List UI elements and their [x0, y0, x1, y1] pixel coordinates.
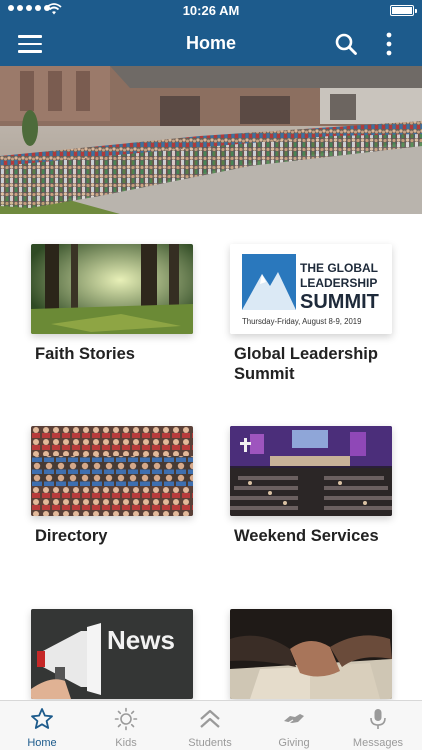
- tile-weekend-services[interactable]: Weekend Services: [230, 426, 392, 546]
- tile-prayer[interactable]: [230, 609, 392, 709]
- handshake-icon: [284, 714, 304, 724]
- summit-dates: Thursday-Friday, August 8-9, 2019: [242, 317, 361, 326]
- sun-icon: [114, 707, 138, 731]
- tile-label: Weekend Services: [234, 527, 379, 545]
- hero-image: [0, 66, 422, 214]
- top-bar: 10:26 AM Home: [0, 0, 422, 66]
- news-text: News: [107, 625, 175, 655]
- tab-label: Home: [27, 737, 57, 749]
- tab-kids[interactable]: Kids: [84, 701, 168, 750]
- faith-stories-image: [31, 244, 193, 334]
- nav-bar: Home: [0, 22, 422, 66]
- tile-faith-stories[interactable]: Faith Stories: [31, 244, 193, 364]
- tile-news[interactable]: News: [31, 609, 193, 709]
- more-options-icon[interactable]: [382, 31, 396, 57]
- tile-label: Global Leadership Summit: [234, 345, 378, 383]
- tab-bar: Home Kids Students Giving Messages: [0, 700, 422, 750]
- status-time: 10:26 AM: [182, 3, 240, 18]
- summit-line3: SUMMIT: [300, 291, 379, 313]
- chevrons-up-icon: [200, 709, 220, 728]
- directory-image: [31, 426, 193, 516]
- tab-giving[interactable]: Giving: [252, 701, 336, 750]
- summit-line2: LEADERSHIP: [300, 276, 377, 290]
- tile-label: Directory: [35, 527, 108, 545]
- status-bar: 10:26 AM: [0, 0, 422, 22]
- prayer-image: [230, 609, 392, 699]
- battery-icon: [390, 5, 417, 16]
- search-icon[interactable]: [334, 32, 358, 56]
- tab-label: Kids: [115, 737, 137, 749]
- tab-messages[interactable]: Messages: [336, 701, 420, 750]
- tab-label: Students: [188, 737, 232, 749]
- tab-label: Messages: [352, 737, 404, 749]
- weekend-services-image: [230, 426, 392, 516]
- star-icon: [31, 708, 53, 729]
- tab-label: Giving: [278, 737, 310, 749]
- news-image: News: [31, 609, 193, 699]
- tile-directory[interactable]: Directory: [31, 426, 193, 546]
- summit-logo-image: THE GLOBAL LEADERSHIP SUMMIT Thursday-Fr…: [230, 244, 392, 334]
- tile-global-leadership-summit[interactable]: THE GLOBAL LEADERSHIP SUMMIT Thursday-Fr…: [230, 244, 392, 384]
- tab-home[interactable]: Home: [0, 701, 84, 750]
- tab-students[interactable]: Students: [168, 701, 252, 750]
- page-title: Home: [185, 33, 236, 53]
- microphone-icon: [370, 709, 386, 729]
- summit-line1: THE GLOBAL: [300, 261, 378, 275]
- tile-label: Faith Stories: [35, 345, 135, 363]
